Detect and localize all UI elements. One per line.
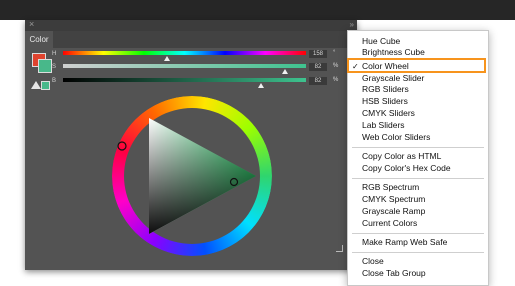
hue-slider-label: H [52,51,57,57]
menu-separator [352,233,484,234]
menu-item-rgb-spectrum[interactable]: RGB Spectrum [348,182,488,193]
saturation-slider[interactable] [63,64,306,68]
menu-item-make-ramp-web-safe[interactable]: Make Ramp Web Safe [348,237,488,248]
hue-slider-thumb[interactable] [164,56,170,61]
background-color-swatch[interactable] [38,59,52,73]
hue-unit: ° [333,50,336,56]
menu-item-close[interactable]: Close [348,256,488,267]
brightness-slider[interactable] [63,78,306,82]
saturation-unit: % [333,63,339,69]
resize-grip-icon[interactable] [336,245,343,252]
collapse-panel-icon[interactable]: » [350,19,355,30]
menu-separator [352,178,484,179]
menu-item-lab-sliders[interactable]: Lab Sliders [348,120,488,131]
menu-item-hsb-sliders[interactable]: HSB Sliders [348,96,488,107]
close-panel-icon[interactable]: × [29,19,34,30]
menu-item-copy-hex-code[interactable]: Copy Color's Hex Code [348,163,488,174]
menu-item-cmyk-sliders[interactable]: CMYK Sliders [348,108,488,119]
menu-item-grayscale-ramp[interactable]: Grayscale Ramp [348,206,488,217]
menu-item-color-wheel[interactable]: ✓ Color Wheel [347,58,486,73]
brightness-slider-label: B [52,78,57,84]
checkmark-icon: ✓ [352,62,359,71]
panel-flyout-menu: Hue Cube Brightness Cube ✓ Color Wheel G… [347,30,489,286]
panel-title-bar: × » [25,19,357,31]
menu-item-cmyk-spectrum[interactable]: CMYK Spectrum [348,194,488,205]
menu-item-rgb-sliders[interactable]: RGB Sliders [348,84,488,95]
panel-tab-row: Color [25,31,357,48]
tab-color[interactable]: Color [25,31,53,48]
hue-slider[interactable] [63,51,306,55]
app-top-bar [0,0,515,20]
menu-item-web-color-sliders[interactable]: Web Color Sliders [348,132,488,143]
saturation-slider-label: S [52,64,57,70]
color-wheel[interactable] [112,96,272,256]
menu-item-hue-cube[interactable]: Hue Cube [348,36,488,47]
menu-separator [352,252,484,253]
menu-separator [352,147,484,148]
menu-item-label: Color Wheel [362,61,409,71]
hue-value-field[interactable]: 158 [309,50,327,58]
menu-item-close-tab-group[interactable]: Close Tab Group [348,268,488,279]
color-panel: × » Color H 158 ° S 82 % B 82 % [25,19,357,270]
brightness-value-field[interactable]: 82 [309,77,327,85]
saturation-value-field[interactable]: 82 [309,63,327,71]
saturation-slider-thumb[interactable] [282,69,288,74]
brightness-slider-thumb[interactable] [258,83,264,88]
gamut-color-swatch[interactable] [41,81,50,90]
menu-item-current-colors[interactable]: Current Colors [348,218,488,229]
menu-item-brightness-cube[interactable]: Brightness Cube [348,47,488,58]
brightness-unit: % [333,77,339,83]
gamut-warning-icon[interactable] [31,81,41,89]
menu-item-copy-color-as-html[interactable]: Copy Color as HTML [348,151,488,162]
menu-item-grayscale-slider[interactable]: Grayscale Slider [348,73,488,84]
